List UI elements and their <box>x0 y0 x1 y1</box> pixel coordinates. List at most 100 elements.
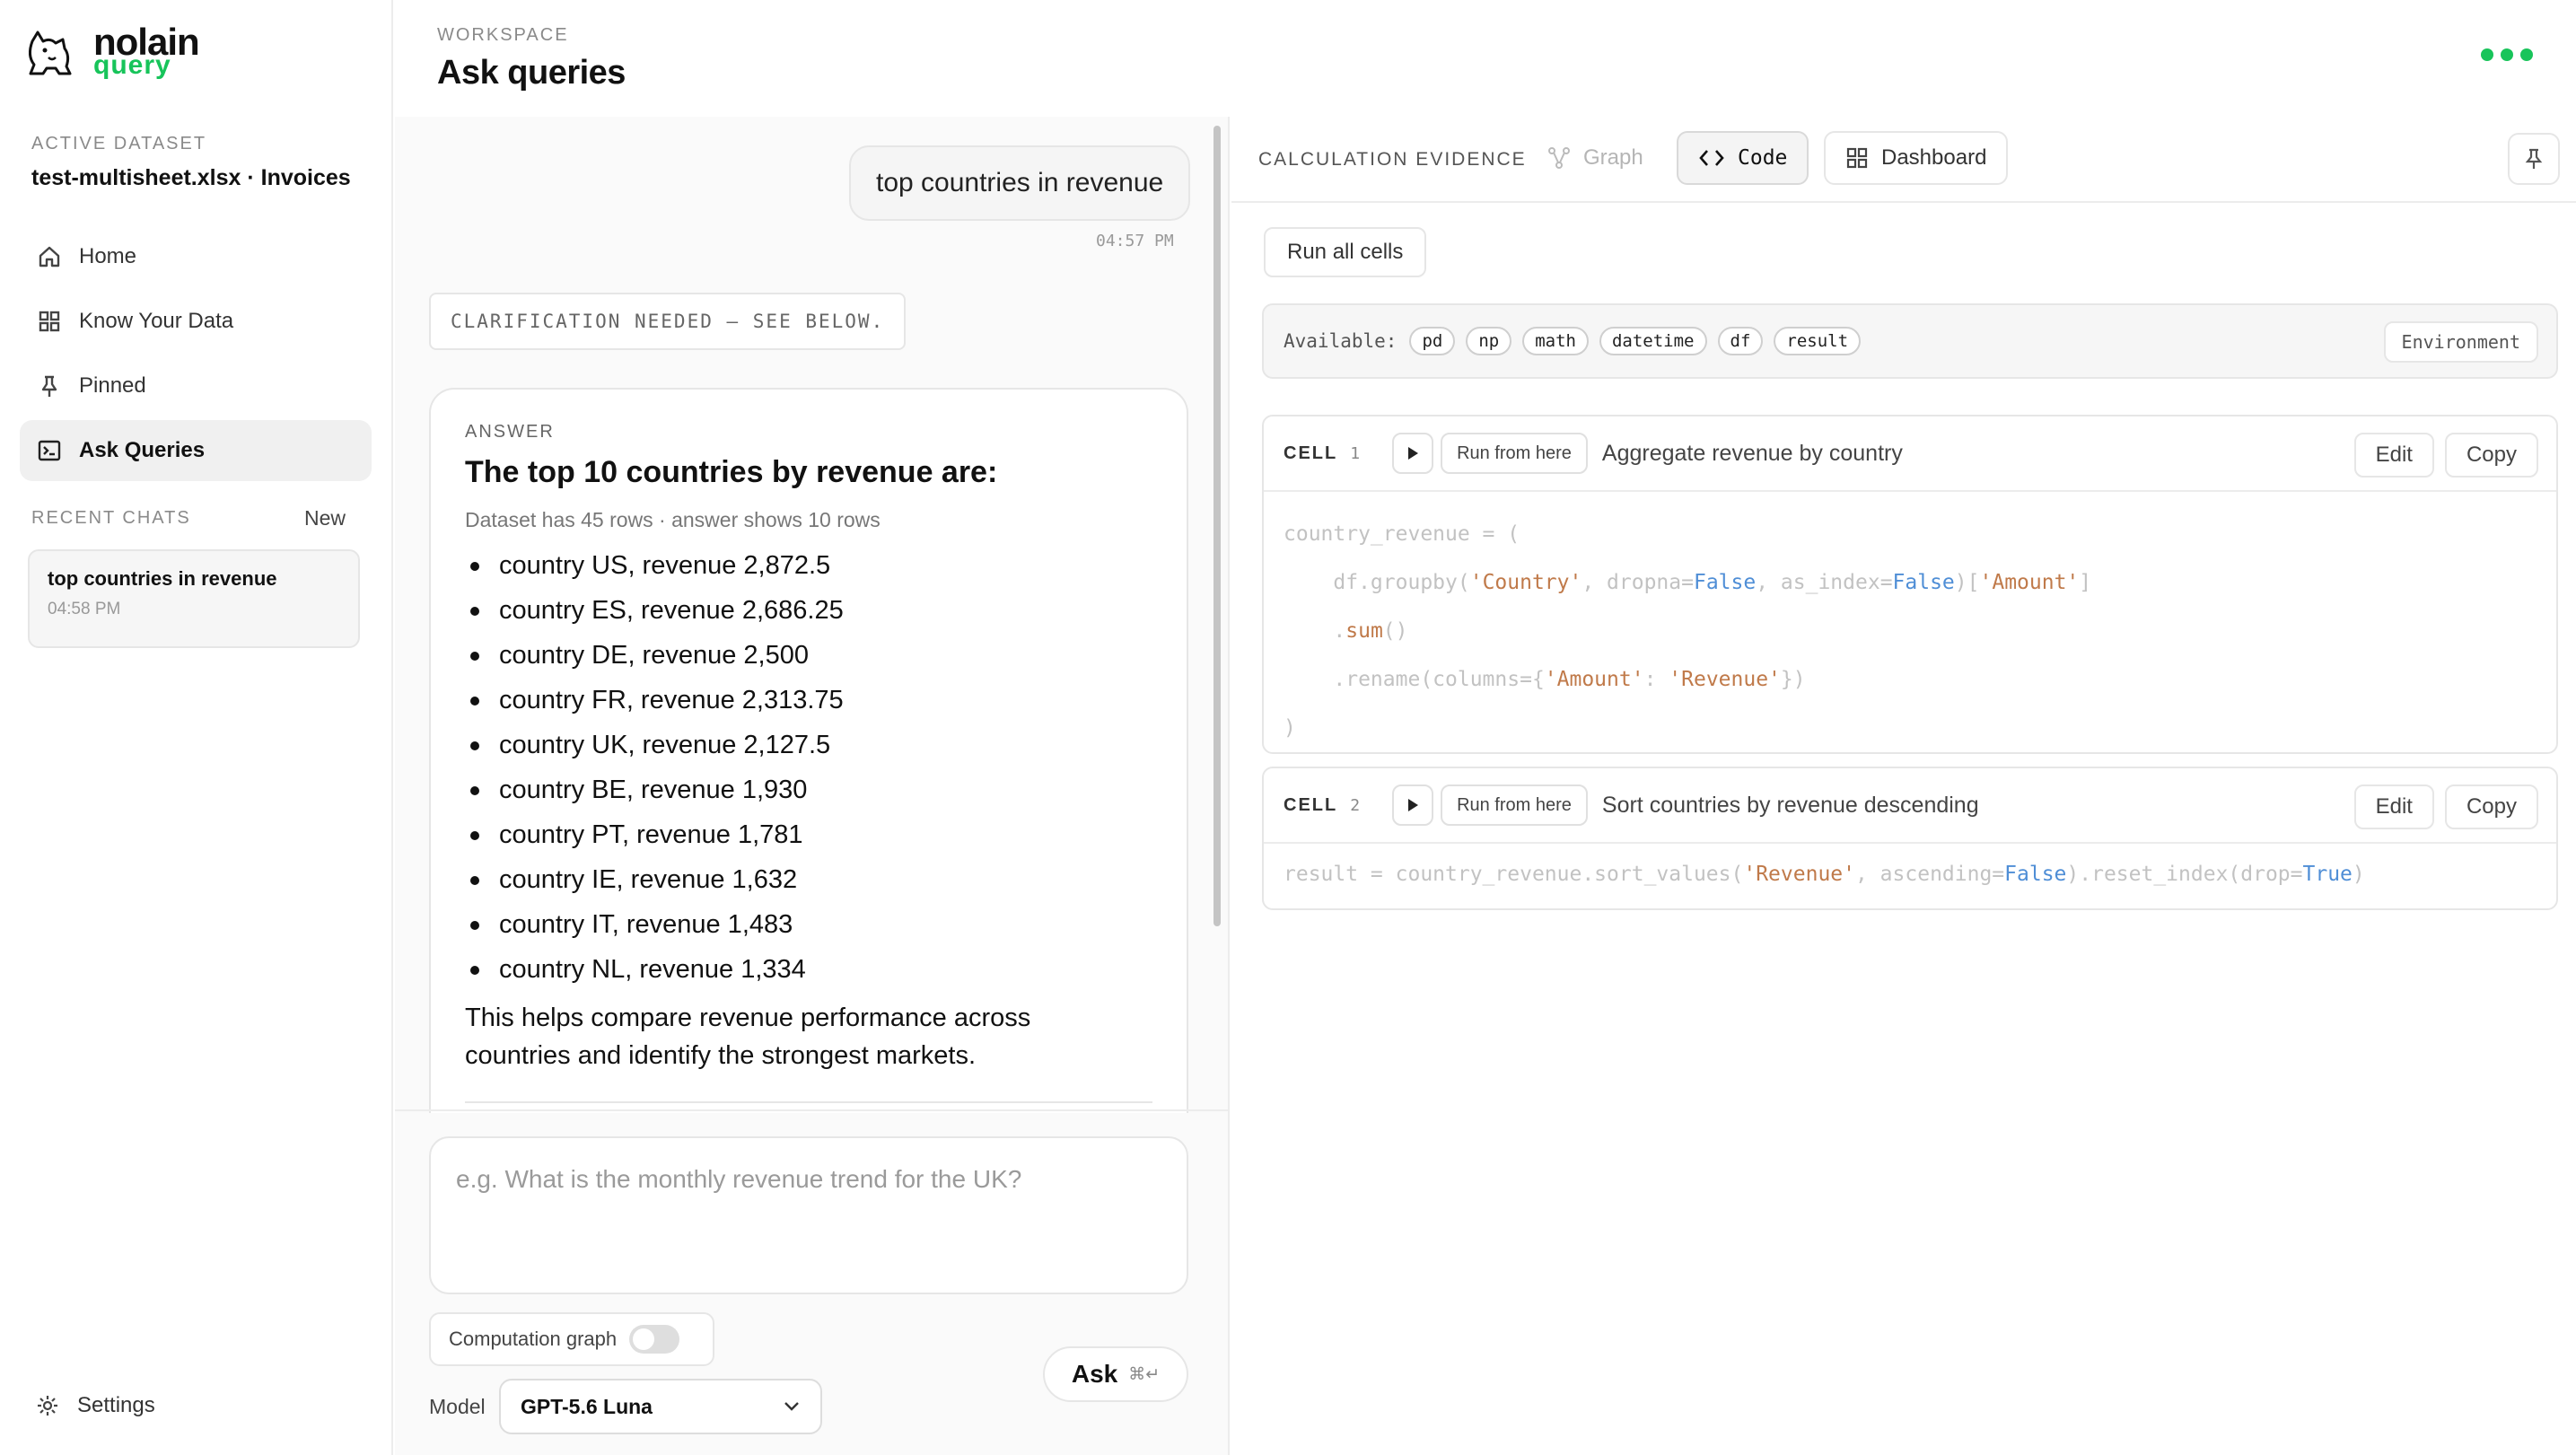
tab-code[interactable]: Code <box>1677 131 1809 185</box>
play-icon <box>1408 799 1419 811</box>
recent-chat-time: 04:58 PM <box>48 600 121 618</box>
answer-card: ANSWER The top 10 countries by revenue a… <box>429 388 1188 1113</box>
tab-label: Dashboard <box>1881 145 1987 170</box>
status-dots-indicator <box>2481 48 2533 61</box>
copy-button[interactable]: Copy <box>2444 433 2538 478</box>
chevron-down-icon <box>784 1402 799 1411</box>
run-cell-button[interactable] <box>1392 784 1434 826</box>
query-input[interactable]: e.g. What is the monthly revenue trend f… <box>429 1136 1188 1294</box>
model-value: GPT-5.6 Luna <box>521 1394 653 1418</box>
list-item: country UK, revenue 2,127.5 <box>465 723 1152 767</box>
cell-description: Sort countries by revenue descending <box>1601 792 1979 818</box>
ask-label: Ask <box>1071 1360 1118 1388</box>
copy-button[interactable]: Copy <box>2444 784 2538 829</box>
chat-scrollbar[interactable] <box>1214 126 1221 926</box>
sidebar-item-ask-queries[interactable]: Ask Queries <box>20 420 372 481</box>
code-line: country_revenue = ( <box>1284 522 1520 546</box>
gear-icon <box>38 1396 57 1416</box>
list-item: country NL, revenue 1,334 <box>465 947 1152 992</box>
run-from-here-button[interactable]: Run from here <box>1441 784 1588 826</box>
ask-button[interactable]: Ask ⌘↵ <box>1043 1346 1188 1402</box>
user-message-bubble: top countries in revenue <box>849 145 1191 221</box>
answer-caption: ANSWER <box>465 422 555 442</box>
active-dataset-caption: ACTIVE DATASET <box>31 134 207 153</box>
pin-icon <box>36 373 63 399</box>
answer-title: The top 10 countries by revenue are: <box>465 455 998 489</box>
run-cell-button[interactable] <box>1392 433 1434 474</box>
env-chip: datetime <box>1599 327 1707 355</box>
env-label: Available: <box>1284 330 1398 352</box>
code-line: .rename(columns={'Amount': 'Revenue'}) <box>1284 668 1806 691</box>
list-item: country US, revenue 2,872.5 <box>465 543 1152 588</box>
dog-logo-icon <box>28 31 72 75</box>
sidebar-item-label: Ask Queries <box>79 438 206 462</box>
pin-icon <box>2525 148 2543 169</box>
env-chip: math <box>1522 327 1589 355</box>
code-icon <box>1699 150 1724 166</box>
brand-logo[interactable]: nolain query <box>23 23 200 80</box>
env-chip: pd <box>1409 327 1456 355</box>
answer-meta: Dataset has 45 rows · answer shows 10 ro… <box>465 508 881 531</box>
recent-chats-header: RECENT CHATS New <box>31 506 346 530</box>
cell-header: CELL 2 Run from here Sort countries by r… <box>1264 768 2556 844</box>
cell-actions: Edit Copy <box>2353 784 2538 829</box>
computation-graph-toggle[interactable]: Computation graph <box>429 1312 714 1366</box>
cell-number: 2 <box>1350 795 1361 815</box>
code-line: df.groupby('Country', dropna=False, as_i… <box>1284 571 2092 594</box>
list-item: country ES, revenue 2,686.25 <box>465 588 1152 633</box>
tab-graph[interactable]: Graph <box>1528 131 1663 185</box>
code-line: .sum() <box>1284 619 1408 643</box>
run-from-here-button[interactable]: Run from here <box>1441 433 1588 474</box>
ask-shortcut: ⌘↵ <box>1128 1364 1161 1384</box>
environment-button[interactable]: Environment <box>2383 321 2538 363</box>
cell-code[interactable]: country_revenue = ( df.groupby('Country'… <box>1264 492 2556 752</box>
tab-dashboard[interactable]: Dashboard <box>1824 131 2009 185</box>
new-chat-button[interactable]: New <box>304 506 346 530</box>
app-window: nolain query ACTIVE DATASET test-multish… <box>0 0 2576 1455</box>
answer-divider <box>465 1101 1152 1103</box>
list-item: country FR, revenue 2,313.75 <box>465 678 1152 723</box>
panel-divider[interactable] <box>1228 117 1230 1455</box>
env-chip: result <box>1774 327 1862 355</box>
model-label: Model <box>429 1395 486 1418</box>
sidebar-item-label: Home <box>79 244 137 268</box>
sidebar-item-label: Pinned <box>79 373 146 398</box>
header-caption: WORKSPACE <box>437 25 569 45</box>
sidebar-item-know-your-data[interactable]: Know Your Data <box>20 291 372 352</box>
composer-divider <box>395 1109 1228 1111</box>
code-cell: CELL 2 Run from here Sort countries by r… <box>1262 767 2558 910</box>
brand-sub: query <box>93 50 171 80</box>
sidebar-item-label: Know Your Data <box>79 309 234 333</box>
code-line: ) <box>1284 716 1296 740</box>
clarification-badge: CLARIFICATION NEEDED — SEE BELOW. <box>429 293 907 350</box>
computation-graph-label: Computation graph <box>449 1328 618 1350</box>
toggle-switch[interactable] <box>629 1325 680 1354</box>
tab-label: Graph <box>1583 145 1643 170</box>
home-icon <box>36 243 63 270</box>
answer-list: country US, revenue 2,872.5 country ES, … <box>465 543 1152 992</box>
code-cell: CELL 1 Run from here Aggregate revenue b… <box>1262 415 2558 754</box>
settings-label: Settings <box>77 1393 155 1417</box>
sidebar-item-home[interactable]: Home <box>20 226 372 287</box>
edit-button[interactable]: Edit <box>2353 433 2434 478</box>
pin-evidence-button[interactable] <box>2508 133 2560 185</box>
cell-label: CELL <box>1284 443 1338 463</box>
dashboard-icon <box>1846 147 1868 169</box>
recent-chat-item[interactable]: top countries in revenue 04:58 PM <box>28 549 360 648</box>
env-chip: np <box>1466 327 1512 355</box>
cell-actions: Edit Copy <box>2353 433 2538 478</box>
code-line: result = country_revenue.sort_values('Re… <box>1284 863 2365 886</box>
play-icon <box>1408 447 1419 460</box>
cell-code[interactable]: result = country_revenue.sort_values('Re… <box>1264 844 2556 908</box>
model-select[interactable]: GPT-5.6 Luna <box>499 1379 822 1434</box>
cell-description: Aggregate revenue by country <box>1601 440 1903 466</box>
settings-button[interactable]: Settings <box>36 1393 155 1418</box>
list-item: country BE, revenue 1,930 <box>465 767 1152 812</box>
edit-button[interactable]: Edit <box>2353 784 2434 829</box>
recent-chats-caption: RECENT CHATS <box>31 508 191 528</box>
run-all-cells-button[interactable]: Run all cells <box>1264 227 1427 277</box>
list-item: country IT, revenue 1,483 <box>465 902 1152 947</box>
answer-footer: This helps compare revenue performance a… <box>465 1004 1031 1070</box>
tab-label: Code <box>1738 146 1788 170</box>
sidebar-item-pinned[interactable]: Pinned <box>20 355 372 416</box>
